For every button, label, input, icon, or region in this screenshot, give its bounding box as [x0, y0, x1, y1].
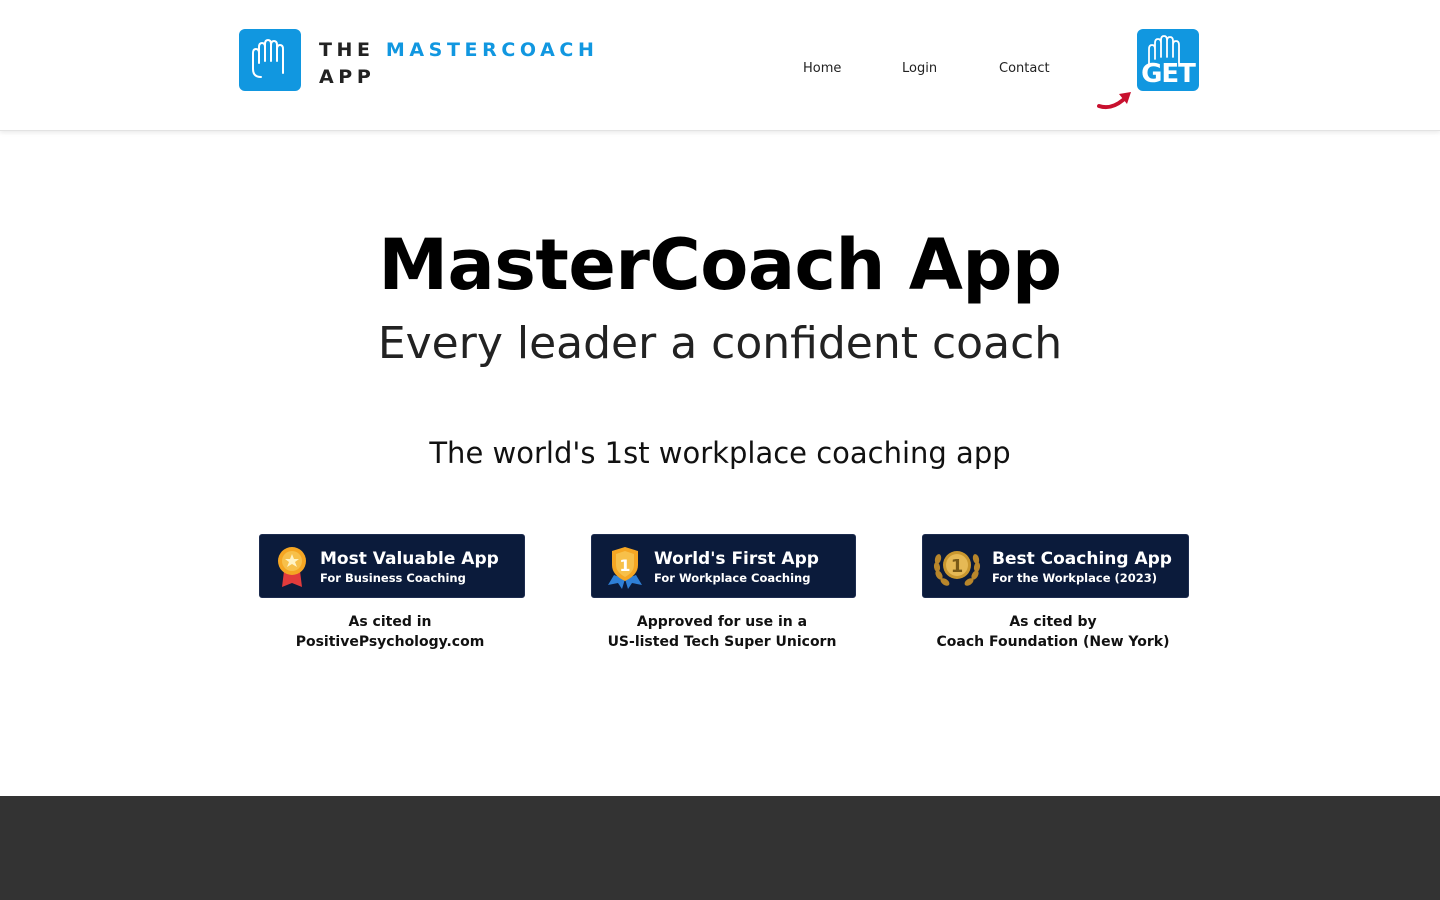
gold-medal-icon — [278, 547, 306, 587]
svg-text:1: 1 — [951, 556, 964, 577]
logo-text-app: APP — [319, 66, 376, 88]
caption-line: US-listed Tech Super Unicorn — [607, 634, 837, 650]
get-button-label: GET — [1141, 59, 1196, 89]
badge-caption: Approved for use in a US-listed Tech Sup… — [591, 612, 853, 652]
badge-title: Most Valuable App — [320, 549, 499, 569]
get-app-button[interactable]: GET — [1137, 29, 1199, 91]
badge-title: Best Coaching App — [992, 549, 1172, 569]
logo-wordmark: THE MASTERCOACH APP — [319, 37, 598, 91]
nav-contact[interactable]: Contact — [999, 61, 1050, 76]
nav-login[interactable]: Login — [902, 61, 937, 76]
caption-line: PositivePsychology.com — [295, 634, 485, 650]
site-footer — [0, 796, 1440, 900]
logo-text-mastercoach: MASTERCOACH — [385, 39, 599, 61]
site-header: THE MASTERCOACH APP Home Login Contact G… — [0, 0, 1440, 131]
award-badge-best-coaching: 1 Best Coaching App For the Workplace (2… — [922, 534, 1189, 598]
caption-line: Approved for use in a — [636, 614, 808, 630]
svg-text:1: 1 — [619, 556, 630, 575]
nav-home[interactable]: Home — [803, 61, 841, 76]
laurel-medal-icon: 1 — [933, 551, 981, 586]
site-logo[interactable]: THE MASTERCOACH APP — [239, 29, 598, 91]
page-tagline: The world's 1st workplace coaching app — [429, 436, 1011, 470]
badge-title: World's First App — [654, 549, 819, 569]
award-badge-most-valuable: Most Valuable App For Business Coaching — [259, 534, 525, 598]
hand-logo-icon — [239, 29, 301, 91]
curved-arrow-icon — [1097, 92, 1131, 110]
caption-line: Coach Foundation (New York) — [936, 634, 1170, 650]
page-title: MasterCoach App — [378, 224, 1062, 306]
logo-text-the: THE — [319, 39, 375, 61]
page-subtitle: Every leader a confident coach — [377, 318, 1063, 369]
badge-subtitle: For Business Coaching — [320, 571, 466, 585]
badge-subtitle: For the Workplace (2023) — [992, 571, 1158, 585]
caption-line: As cited in — [348, 614, 432, 630]
caption-line: As cited by — [1009, 614, 1097, 630]
badge-caption: As cited in PositivePsychology.com — [259, 612, 521, 652]
badge-caption: As cited by Coach Foundation (New York) — [922, 612, 1184, 652]
badge-subtitle: For Workplace Coaching — [654, 571, 811, 585]
number-one-shield-icon: 1 — [608, 547, 642, 589]
award-badge-worlds-first: 1 World's First App For Workplace Coachi… — [591, 534, 856, 598]
